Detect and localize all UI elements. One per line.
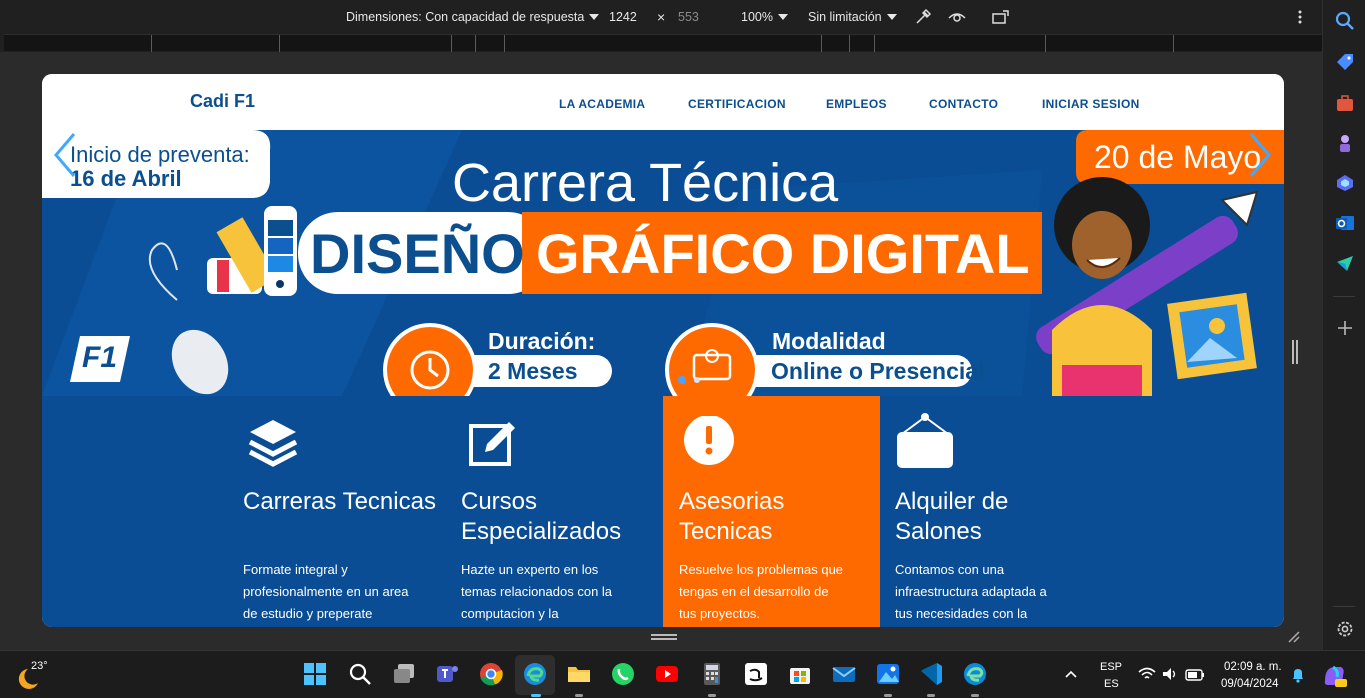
dimensions-dropdown[interactable]: Dimensiones: Con capacidad de respuesta [346,10,600,24]
microsoft-store-icon[interactable] [787,661,813,687]
corner-resize-icon[interactable] [1287,630,1301,644]
copilot-icon[interactable] [1321,663,1347,689]
battery-icon[interactable] [1185,666,1205,682]
eye-icon[interactable] [947,8,967,26]
send-icon[interactable] [1335,253,1355,273]
vscode-icon[interactable] [918,661,944,687]
search-icon[interactable] [1335,11,1355,31]
shopping-tag-icon[interactable] [1335,52,1355,72]
times-sign: × [657,9,666,25]
nav-link-empleos[interactable]: EMPLEOS [826,97,887,111]
edge-dev-icon[interactable] [962,661,988,687]
layers-icon [248,420,298,467]
nav-link-contacto[interactable]: CONTACTO [929,97,998,111]
games-icon[interactable] [1335,133,1355,153]
carousel-prev-arrow-icon[interactable] [50,130,80,180]
mode-value: Online o Presencial [771,358,985,384]
service-title: Asesorias Tecnicas [679,488,785,545]
tools-icon[interactable] [1335,93,1355,113]
service-card-asesorias[interactable]: Asesorias Tecnicas Resuelve los problema… [663,396,880,627]
alert-icon [684,416,734,465]
site-brand[interactable]: Cadi F1 [190,91,255,112]
volume-icon[interactable] [1162,667,1178,681]
service-card-cursos[interactable]: Cursos Especializados Hazte un experto e… [443,396,660,627]
carousel-next-arrow-icon[interactable] [1245,130,1275,180]
throttle-label: Sin limitación [808,10,882,24]
chevron-down-icon [589,14,600,20]
taskbar-search-icon[interactable] [347,661,373,687]
presale-label: Inicio de preventa: [70,142,250,167]
f1-logo: F1 [82,341,118,374]
nav-link-certificacion[interactable]: CERTIFICACION [688,97,786,111]
wifi-icon[interactable] [1138,667,1156,681]
windows-start-icon[interactable] [302,661,328,687]
language-secondary[interactable]: ES [1104,678,1119,690]
teams-icon[interactable] [434,661,460,687]
duration-value: 2 Meses [488,358,578,384]
more-options-icon[interactable] [1294,8,1306,26]
clock-time[interactable]: 02:09 a. m. [1224,661,1282,673]
presale-date: 16 de Abril [70,166,182,191]
notification-bell-icon[interactable] [1290,667,1306,683]
service-title: Cursos Especializados [461,488,622,545]
whatsapp-icon[interactable] [610,661,636,687]
windows-taskbar: 23° ESP ES 02:09 a. m. 09/04/2024 [0,650,1365,698]
task-view-icon[interactable] [391,661,417,687]
banner-headline: Carrera Técnica [452,153,839,213]
zoom-dropdown[interactable]: 100% [741,10,788,24]
service-title: Alquiler de Salones [895,488,1009,545]
weather-temp: 23° [31,660,48,672]
service-desc: Resuelve los problemas que tengas en el … [679,562,844,621]
outlook-icon[interactable] [1335,213,1355,233]
service-title: Carreras Tecnicas [243,488,436,515]
nav-link-iniciar-sesion[interactable]: INICIAR SESION [1042,97,1140,111]
zoom-label: 100% [741,10,773,24]
launch-date: 20 de Mayo [1094,139,1262,175]
service-desc: Formate integral y profesionalmente en u… [243,562,409,621]
clock-date[interactable]: 09/04/2024 [1221,678,1279,690]
settings-gear-icon[interactable] [1335,619,1355,639]
mode-label: Modalidad [772,328,886,354]
banner-word-diseno: DISEÑO [310,222,525,285]
eyedropper-icon[interactable] [914,8,932,26]
services-section: Carreras Tecnicas Formate integral y pro… [42,396,1284,627]
bottom-resize-handle[interactable] [651,634,677,636]
service-desc: Contamos con una infraestructura adaptad… [895,562,1047,621]
edge-icon[interactable] [522,661,548,687]
language-primary[interactable]: ESP [1100,661,1122,673]
hero-carousel: Inicio de preventa: 16 de Abril 20 de Ma… [42,130,1284,396]
service-card-carreras[interactable]: Carreras Tecnicas Formate integral y pro… [226,396,443,627]
nav-link-academia[interactable]: LA ACADEMIA [559,97,645,111]
dimensions-label: Dimensiones: Con capacidad de respuesta [346,10,585,24]
website-page: Cadi F1 LA ACADEMIA CERTIFICACION EMPLEO… [42,74,1284,627]
chevron-down-icon [886,14,897,20]
width-input[interactable]: 1242 [609,10,637,24]
chevron-down-icon [777,14,788,20]
media-query-ruler[interactable] [4,34,1322,52]
throttle-dropdown[interactable]: Sin limitación [808,10,897,24]
microsoft-365-icon[interactable] [1335,173,1355,193]
chrome-icon[interactable] [478,661,504,687]
amazon-icon[interactable] [743,661,769,687]
service-desc: Hazte un experto en los temas relacionad… [461,562,613,621]
chevron-up-icon[interactable] [1064,669,1078,679]
photos-icon[interactable] [875,661,901,687]
devtools-toolbar: Dimensiones: Con capacidad de respuesta … [0,0,1322,34]
height-input[interactable]: 553 [678,10,699,24]
sign-icon [897,413,953,468]
add-icon[interactable] [1335,318,1355,338]
banner-word-grafico: GRÁFICO DIGITAL [536,222,1030,285]
browser-sidebar [1322,0,1365,650]
file-explorer-icon[interactable] [566,661,592,687]
viewport-resize-handle[interactable] [1288,74,1302,627]
duration-label: Duración: [488,328,596,354]
site-navbar: Cadi F1 LA ACADEMIA CERTIFICACION EMPLEO… [42,74,1284,130]
mail-icon[interactable] [831,661,857,687]
service-card-alquiler[interactable]: Alquiler de Salones Contamos con una inf… [880,396,1097,627]
device-rotate-icon[interactable] [991,8,1011,26]
youtube-icon[interactable] [654,661,680,687]
edit-icon [469,422,515,466]
calculator-icon[interactable] [699,661,725,687]
